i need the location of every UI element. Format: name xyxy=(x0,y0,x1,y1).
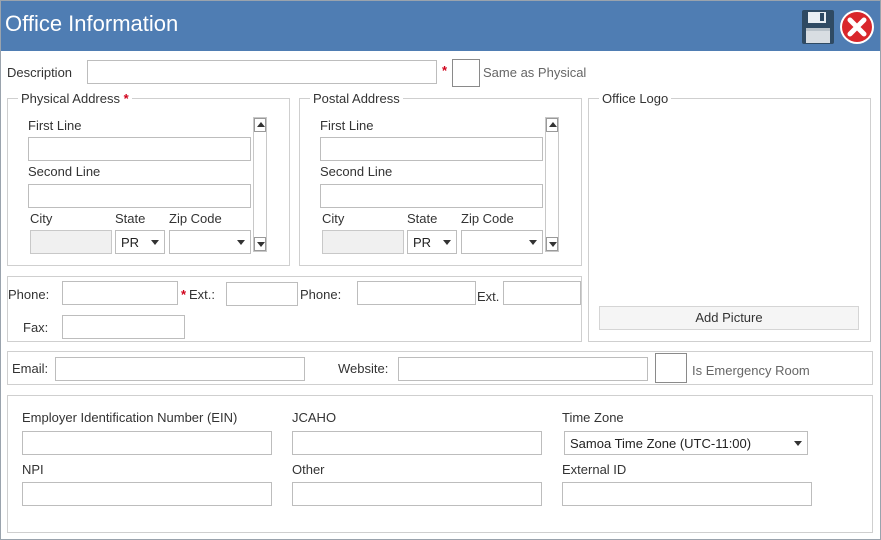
physical-state-select[interactable]: PR xyxy=(115,230,165,254)
chevron-down-icon xyxy=(794,441,802,446)
phone1-input[interactable] xyxy=(62,281,178,305)
office-logo-legend: Office Logo xyxy=(599,91,672,106)
postal-second-line-input[interactable] xyxy=(320,184,543,208)
description-required-mark: * xyxy=(442,63,448,78)
postal-address-scrollbar[interactable] xyxy=(545,117,559,252)
physical-city-label: City xyxy=(30,211,53,226)
office-information-window: Office Information Description * Same as… xyxy=(0,0,881,540)
timezone-value: Samoa Time Zone (UTC-11:00) xyxy=(570,436,752,451)
postal-city-input[interactable] xyxy=(322,230,404,254)
physical-address-legend: Physical Address * xyxy=(18,91,132,106)
ext1-input[interactable] xyxy=(226,282,298,306)
postal-second-line-label: Second Line xyxy=(320,164,393,179)
scroll-up-icon[interactable] xyxy=(254,118,266,132)
scroll-up-icon[interactable] xyxy=(546,118,558,132)
scroll-down-icon[interactable] xyxy=(254,237,266,251)
email-input[interactable] xyxy=(55,357,305,381)
other-label: Other xyxy=(292,462,325,477)
email-label: Email: xyxy=(12,361,49,376)
fax-input[interactable] xyxy=(62,315,185,339)
postal-address-legend: Postal Address xyxy=(310,91,403,106)
external-id-label: External ID xyxy=(562,462,627,477)
same-as-physical-checkbox[interactable] xyxy=(452,59,480,87)
physical-zip-label: Zip Code xyxy=(169,211,222,226)
ext2-label: Ext. xyxy=(477,289,500,304)
phone2-input[interactable] xyxy=(357,281,476,305)
website-label: Website: xyxy=(338,361,389,376)
chevron-down-icon xyxy=(151,240,159,245)
physical-state-value: PR xyxy=(121,235,140,250)
ext1-required-mark: * xyxy=(181,287,187,302)
fax-label: Fax: xyxy=(23,320,49,335)
physical-second-line-label: Second Line xyxy=(28,164,101,179)
physical-first-line-input[interactable] xyxy=(28,137,251,161)
window-title: Office Information xyxy=(5,11,179,36)
physical-second-line-input[interactable] xyxy=(28,184,251,208)
ein-label: Employer Identification Number (EIN) xyxy=(22,410,238,425)
npi-label: NPI xyxy=(22,462,44,477)
floppy-disk-icon xyxy=(802,10,834,44)
website-input[interactable] xyxy=(398,357,648,381)
postal-state-value: PR xyxy=(413,235,432,250)
description-input[interactable] xyxy=(87,60,437,84)
physical-city-input[interactable] xyxy=(30,230,112,254)
physical-address-required-mark: * xyxy=(123,91,129,106)
phone1-label: Phone: xyxy=(8,287,50,302)
physical-first-line-label: First Line xyxy=(28,118,82,133)
jcaho-label: JCAHO xyxy=(292,410,337,425)
physical-address-title: Physical Address xyxy=(21,91,120,106)
same-as-physical-label: Same as Physical xyxy=(483,65,587,80)
timezone-label: Time Zone xyxy=(562,410,624,425)
save-button[interactable] xyxy=(801,9,835,45)
phone2-label: Phone: xyxy=(300,287,342,302)
physical-state-label: State xyxy=(115,211,146,226)
postal-first-line-input[interactable] xyxy=(320,137,543,161)
scroll-down-icon[interactable] xyxy=(546,237,558,251)
postal-zip-label: Zip Code xyxy=(461,211,514,226)
other-input[interactable] xyxy=(292,482,542,506)
ext2-input[interactable] xyxy=(503,281,581,305)
postal-state-select[interactable]: PR xyxy=(407,230,457,254)
chevron-down-icon xyxy=(529,240,537,245)
chevron-down-icon xyxy=(443,240,451,245)
timezone-select[interactable]: Samoa Time Zone (UTC-11:00) xyxy=(564,431,808,455)
postal-state-label: State xyxy=(407,211,438,226)
add-picture-button[interactable]: Add Picture xyxy=(599,306,859,330)
title-bar: Office Information xyxy=(1,1,880,51)
chevron-down-icon xyxy=(237,240,245,245)
ein-input[interactable] xyxy=(22,431,272,455)
physical-address-scrollbar[interactable] xyxy=(253,117,267,252)
jcaho-input[interactable] xyxy=(292,431,542,455)
ext1-label: Ext.: xyxy=(189,287,216,302)
close-button[interactable] xyxy=(839,9,875,45)
postal-city-label: City xyxy=(322,211,345,226)
postal-first-line-label: First Line xyxy=(320,118,374,133)
npi-input[interactable] xyxy=(22,482,272,506)
close-circle-icon xyxy=(840,10,874,44)
description-label: Description xyxy=(7,65,73,80)
external-id-input[interactable] xyxy=(562,482,812,506)
postal-zip-select[interactable] xyxy=(461,230,543,254)
physical-zip-select[interactable] xyxy=(169,230,251,254)
emergency-room-label: Is Emergency Room xyxy=(692,363,810,378)
emergency-room-checkbox[interactable] xyxy=(655,353,687,383)
